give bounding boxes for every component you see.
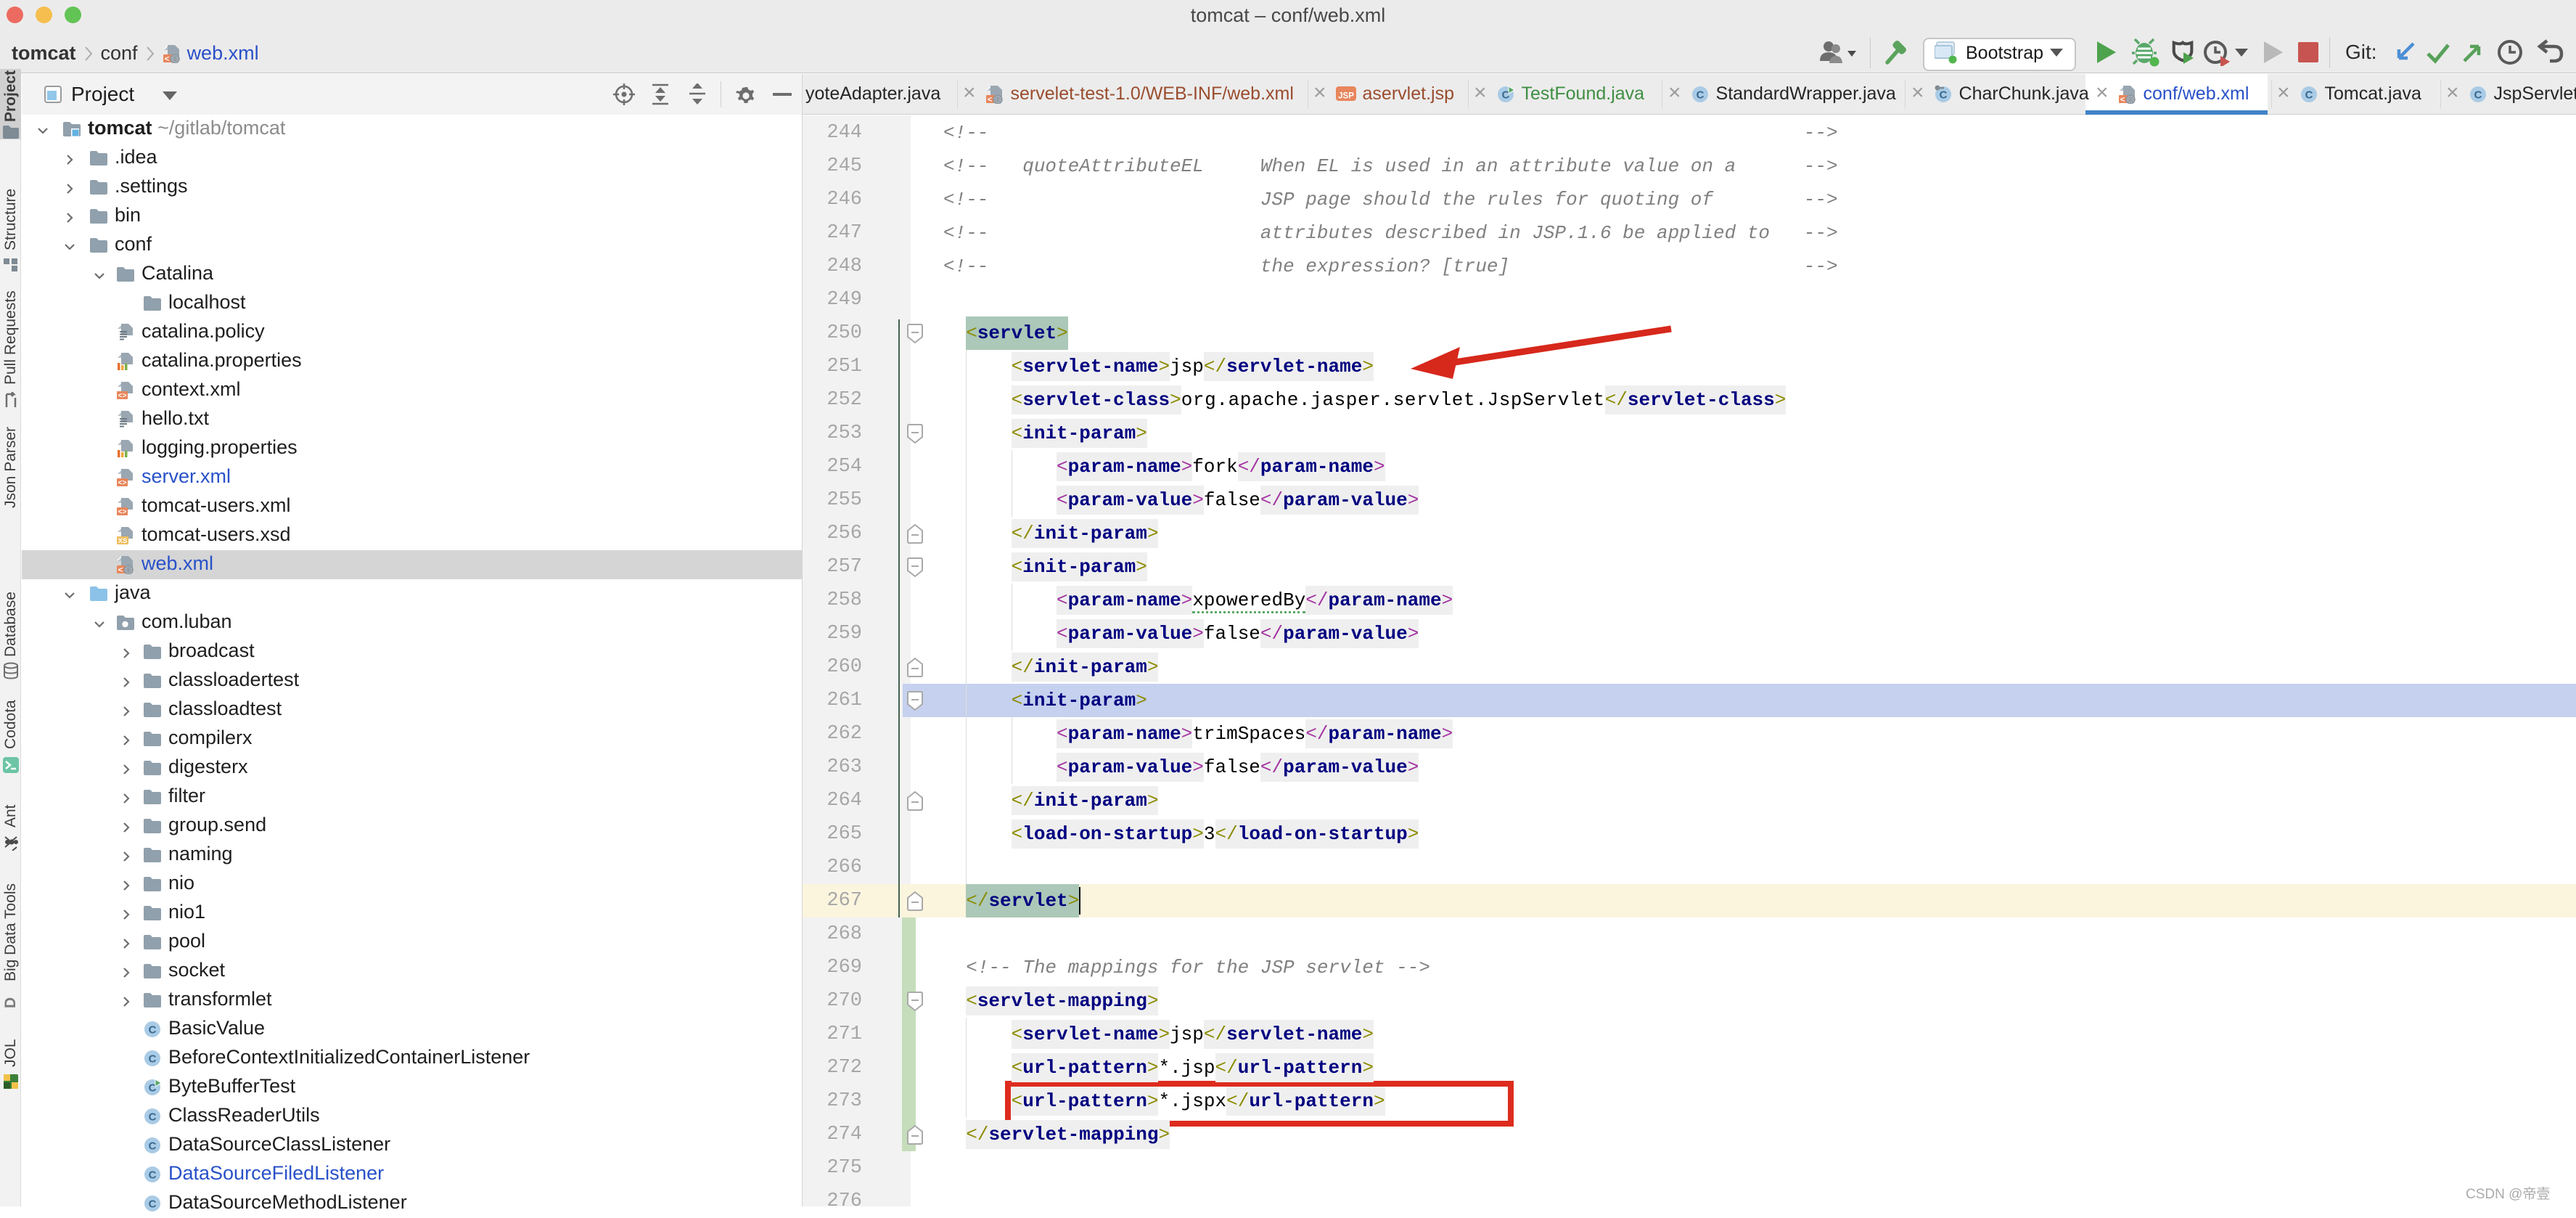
svg-text:C: C <box>149 1111 157 1124</box>
svg-text:<>: <> <box>118 393 126 400</box>
svg-text:C: C <box>2474 89 2482 101</box>
svg-text:C: C <box>149 1198 157 1211</box>
svg-text:C: C <box>1696 89 1704 101</box>
svg-text:C: C <box>149 1024 157 1037</box>
svg-text:<: < <box>118 567 123 575</box>
svg-text:C: C <box>149 1053 157 1066</box>
svg-text:<: < <box>2120 96 2125 104</box>
svg-text:C: C <box>1939 89 1947 101</box>
svg-text:<>: <> <box>118 480 126 487</box>
svg-text:XS: XS <box>118 537 128 545</box>
svg-text:C: C <box>149 1169 157 1182</box>
svg-text:JSP: JSP <box>1338 91 1354 100</box>
svg-text:C: C <box>2305 89 2313 101</box>
svg-text:<: < <box>987 96 992 104</box>
svg-text:<>: <> <box>118 509 126 516</box>
svg-text:C: C <box>149 1140 157 1153</box>
svg-text:<: < <box>164 55 169 63</box>
